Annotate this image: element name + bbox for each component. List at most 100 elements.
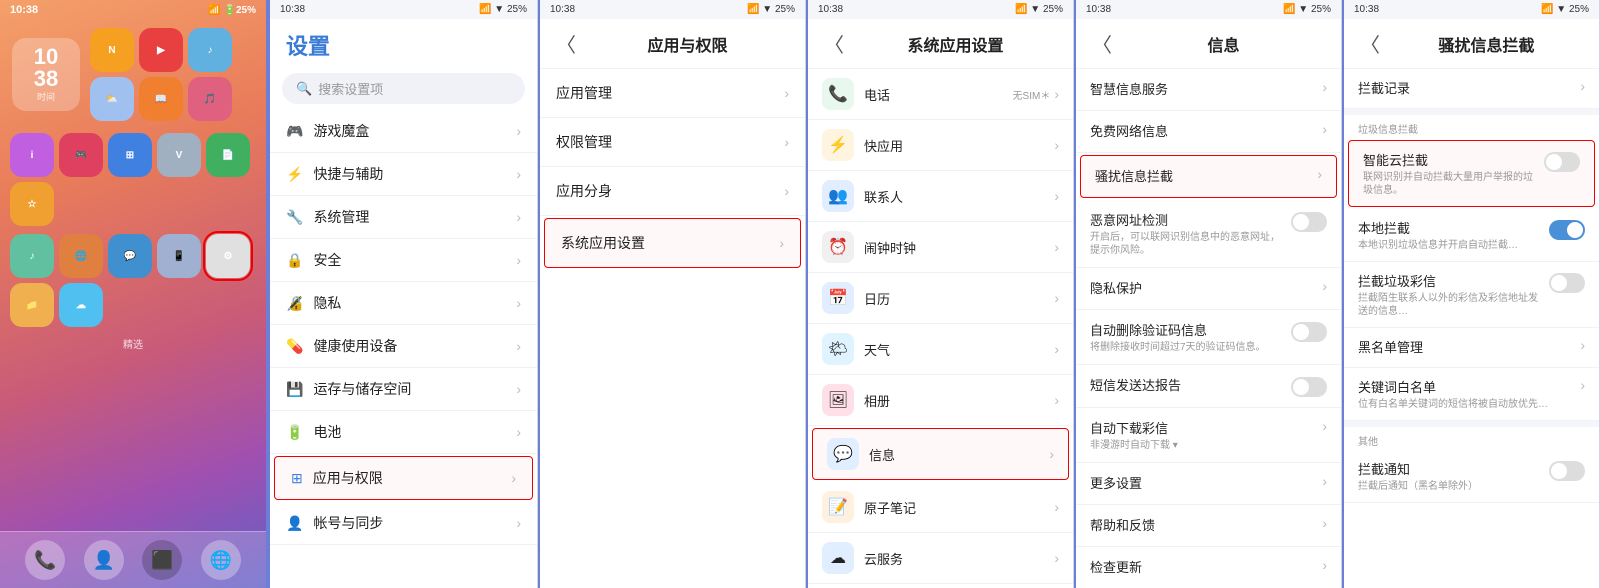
block-item-cloud[interactable]: 智能云拦截 联网识别并自动拦截大量用户举报的垃圾信息。 [1348,140,1595,207]
app-icon-game[interactable]: 🎮 [59,133,103,177]
menu-item-appclone[interactable]: 应用分身 › [540,167,805,216]
app-icon-vivo[interactable]: V [157,133,201,177]
sysapp-alarm[interactable]: ⏰ 闹钟时钟 › [808,222,1073,273]
sysapp-label-contacts: 联系人 [864,187,903,206]
app-icon-v2[interactable]: ♪ [10,234,54,278]
app-icon-weather[interactable]: ⛅ [90,77,134,121]
sysapp-phone[interactable]: 📞 电话 无SIM＊ › [808,69,1073,120]
chevron-icon: › [511,470,516,486]
app-icon-reader[interactable]: 📖 [139,77,183,121]
block-label-whitelist: 关键词白名单 [1358,377,1580,396]
app-icon-n[interactable]: N [90,28,134,72]
info-item-malurl[interactable]: 恶意网址检测 开启后，可以联网识别信息中的恶意网址，提示你风险。 [1076,200,1341,268]
apps-back-button[interactable]: 〈 [556,29,576,58]
settings-item-health[interactable]: 💊 健康使用设备 › [270,325,537,368]
dock-square[interactable]: ⬛ [142,540,182,580]
settings-item-privacy[interactable]: 🔏 隐私 › [270,282,537,325]
chevron-icon: › [784,85,789,101]
sysapp-messages[interactable]: 💬 信息 › [812,428,1069,480]
menu-item-appmgr[interactable]: 应用管理 › [540,69,805,118]
block-item-blacklist[interactable]: 黑名单管理 › [1344,328,1599,368]
app-icon-v3[interactable]: 🌐 [59,234,103,278]
app-icon-i[interactable]: i [10,133,54,177]
settings-item-game[interactable]: 🎮 游戏魔盒 › [270,110,537,153]
app-icon-settings-highlighted[interactable]: ⚙ [206,234,250,278]
sysapp-notes[interactable]: 📝 原子笔记 › [808,482,1073,533]
info-item-more[interactable]: 更多设置 › [1076,463,1341,505]
menu-item-permmgr[interactable]: 权限管理 › [540,118,805,167]
settings-item-security[interactable]: 🔒 安全 › [270,239,537,282]
app-icon-music2[interactable]: 🎵 [188,77,232,121]
info-label-spam: 骚扰信息拦截 [1095,166,1317,185]
block-item-notify[interactable]: 拦截通知 拦截后通知（黑名单除外） [1344,450,1599,503]
settings-item-battery[interactable]: 🔋 电池 › [270,411,537,454]
block-back-button[interactable]: 〈 [1360,29,1380,58]
block-item-whitelist[interactable]: 关键词白名单 位有白名单关键词的短信将被自动放优先… › [1344,368,1599,421]
smsreport-toggle[interactable] [1291,377,1327,397]
sysapp-cloud[interactable]: ☁ 云服务 › [808,533,1073,584]
block-item-mms[interactable]: 拦截垃圾彩信 拦截陌生联系人以外的彩信及彩信地址发送的信息… [1344,262,1599,328]
block-desc-cloud: 联网识别并自动拦截大量用户举报的垃圾信息。 [1363,171,1534,197]
app-icon-store[interactable]: ⊞ [108,133,152,177]
app-icon-extra[interactable]: ☆ [10,182,54,226]
block-label-records: 拦截记录 [1358,78,1580,97]
app-icon-music[interactable]: ♪ [188,28,232,72]
app-icon-v4[interactable]: 💬 [108,234,152,278]
settings-search[interactable]: 🔍 搜索设置项 [282,73,525,104]
info-item-smsreport[interactable]: 短信发送达报告 [1076,365,1341,408]
home-status-icons: 📶 🔋25% [208,5,256,16]
info-item-spam[interactable]: 骚扰信息拦截 › [1080,155,1337,198]
notify-toggle[interactable] [1549,461,1585,481]
dock-browser[interactable]: 🌐 [201,540,241,580]
info-item-mms[interactable]: 自动下载彩信 非漫游时自动下载 ▾ › [1076,408,1341,463]
block-item-records[interactable]: 拦截记录 › [1344,69,1599,109]
local-toggle[interactable] [1549,220,1585,240]
info-item-autodel[interactable]: 自动删除验证码信息 将删除接收时间超过7天的验证码信息。 [1076,310,1341,365]
settings-item-assist[interactable]: ⚡ 快捷与辅助 › [270,153,537,196]
sysapp-calendar[interactable]: 📅 日历 › [808,273,1073,324]
cloud-toggle[interactable] [1544,152,1580,172]
home-screen: 10:38 📶 🔋25% 10 38 时间 N ▶ ♪ ⛅ 📖 🎵 i 🎮 ⊞ … [0,0,268,588]
app-icon-v5[interactable]: 📱 [157,234,201,278]
settings-item-sysmgr[interactable]: 🔧 系统管理 › [270,196,537,239]
search-icon: 🔍 [296,81,312,97]
settings-item-account[interactable]: 👤 帐号与同步 › [270,502,537,545]
search-placeholder: 搜索设置项 [318,79,383,98]
info-item-freenet[interactable]: 免费网络信息 › [1076,111,1341,153]
settings-item-apps[interactable]: ⊞ 应用与权限 › [274,456,533,500]
sysapp-contacts[interactable]: 👥 联系人 › [808,171,1073,222]
info-label-malurl: 恶意网址检测 [1090,210,1281,229]
app-icon-doc[interactable]: 📄 [206,133,250,177]
app-icon-video[interactable]: ▶ [139,28,183,72]
info-item-update[interactable]: 检查更新 › [1076,547,1341,588]
info-item-privacy[interactable]: 隐私保护 › [1076,268,1341,310]
chevron-icon: › [1054,86,1059,102]
dock-contacts[interactable]: 👤 [84,540,124,580]
mms-toggle[interactable] [1549,273,1585,293]
malurl-toggle[interactable] [1291,212,1327,232]
app-icon-cloud[interactable]: ☁ [59,283,103,327]
sysapps-back-button[interactable]: 〈 [824,29,844,58]
apps-status-bar: 10:38 📶 ▼ 25% [540,0,805,19]
contacts-icon: 👥 [822,180,854,212]
game-icon: 🎮 [286,123,303,140]
block-other-title: 其他 [1344,427,1599,450]
dock-phone[interactable]: 📞 [25,540,65,580]
info-back-button[interactable]: 〈 [1092,29,1112,58]
info-item-smart[interactable]: 智慧信息服务 › [1076,69,1341,111]
info-item-help[interactable]: 帮助和反馈 › [1076,505,1341,547]
chevron-icon: › [1054,499,1059,515]
settings-label-apps: 应用与权限 [313,468,383,488]
settings-item-storage[interactable]: 💾 运存与储存空间 › [270,368,537,411]
sysapp-quickapp[interactable]: ⚡ 快应用 › [808,120,1073,171]
sysapp-gallery[interactable]: 🖼 相册 › [808,375,1073,426]
chevron-icon: › [1322,557,1327,573]
block-item-local[interactable]: 本地拦截 本地识别垃圾信息并开启自动拦截… [1344,209,1599,262]
app-icon-files[interactable]: 📁 [10,283,54,327]
autodel-toggle[interactable] [1291,322,1327,342]
health-icon: 💊 [286,338,303,355]
menu-item-sysapps[interactable]: 系统应用设置 › [544,218,801,268]
sysapp-weather[interactable]: 🌤 天气 › [808,324,1073,375]
sysapps-list: 📞 电话 无SIM＊ › ⚡ 快应用 › 👥 联系人 › ⏰ [808,69,1073,588]
sysapp-guardian[interactable]: 🔧 i 管家 › [808,584,1073,588]
